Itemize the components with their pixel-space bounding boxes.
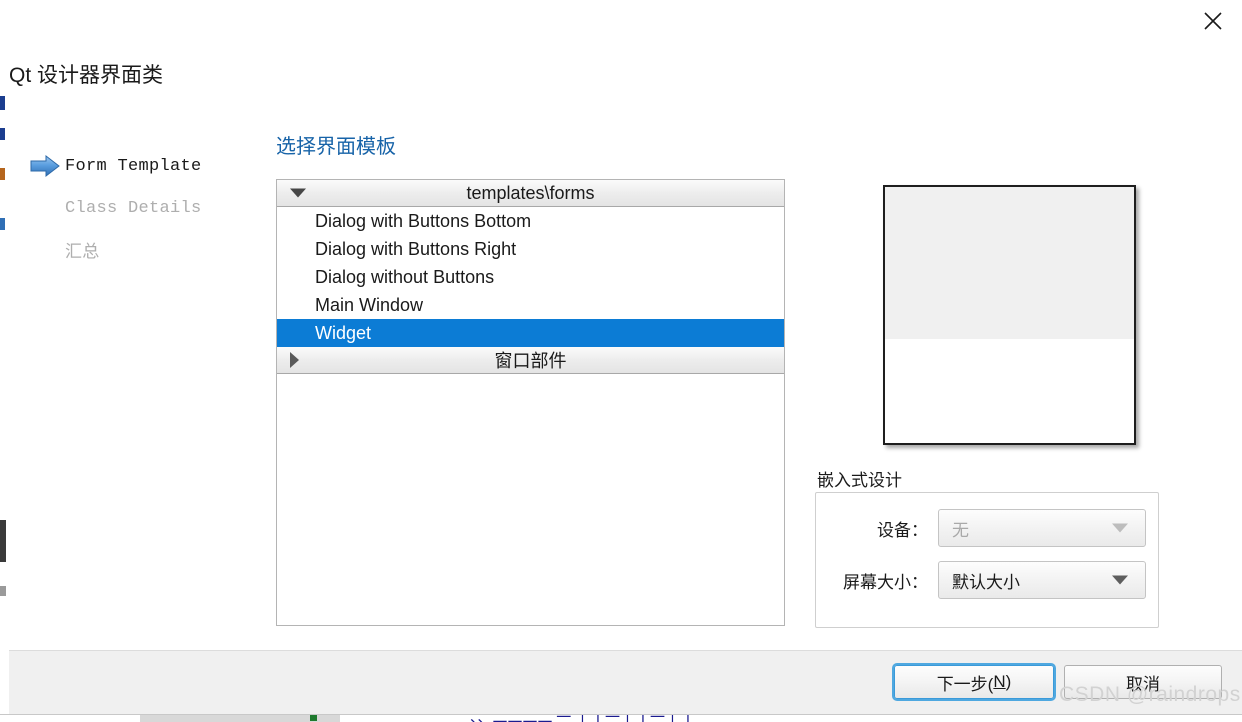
cancel-button-label: 取消 <box>1126 674 1160 694</box>
template-preview <box>883 185 1136 445</box>
template-item[interactable]: Dialog with Buttons Right <box>277 235 784 263</box>
sidebar-step-label: Class Details <box>65 198 202 218</box>
device-combobox-value: 无 <box>952 520 969 540</box>
background-artifact <box>0 96 5 110</box>
screen-size-field-row: 屏幕大小： 默认大小 <box>828 560 1146 600</box>
blue-arrow-icon <box>25 154 65 178</box>
background-artifact <box>0 218 5 230</box>
background-artifact <box>0 586 6 596</box>
screen-size-combobox[interactable]: 默认大小 <box>938 561 1146 599</box>
background-artifact <box>310 715 317 721</box>
sidebar-step-label: Form Template <box>65 156 202 176</box>
wizard-step-list: Form Template Class Details 汇总 <box>25 145 255 271</box>
embedded-design-group: 设备： 无 屏幕大小： 默认大小 <box>815 492 1159 628</box>
dialog-footer: 下一步(N) 取消 <box>9 650 1242 714</box>
chevron-down-icon <box>290 188 306 198</box>
page-title: 选择界面模板 <box>276 136 396 158</box>
template-item-selected[interactable]: Widget <box>277 319 784 347</box>
next-button-accelerator: N <box>993 672 1006 691</box>
background-artifact <box>0 168 5 180</box>
preview-upper-region <box>885 187 1134 339</box>
template-item-label: Dialog with Buttons Bottom <box>315 210 532 231</box>
template-item[interactable]: Dialog with Buttons Bottom <box>277 207 784 235</box>
device-label: 设备： <box>877 520 928 540</box>
qt-designer-new-form-dialog: Qt 设计器界面类 Form Template Class Details 汇总… <box>9 0 1242 714</box>
template-item-label: Dialog with Buttons Right <box>315 238 517 259</box>
sidebar-step-summary[interactable]: 汇总 <box>25 229 255 271</box>
template-group-title: templates\forms <box>466 182 595 203</box>
background-artifact <box>0 520 6 562</box>
template-list-empty-area <box>277 374 784 617</box>
sidebar-step-class-details[interactable]: Class Details <box>25 187 255 229</box>
device-combobox[interactable]: 无 <box>938 509 1146 547</box>
chevron-down-icon <box>1112 575 1128 585</box>
background-artifact <box>0 128 5 140</box>
template-item-label: Main Window <box>315 294 424 315</box>
template-item[interactable]: Main Window <box>277 291 784 319</box>
close-icon <box>1204 12 1222 30</box>
chevron-right-icon <box>290 352 299 368</box>
dialog-title: Qt 设计器界面类 <box>9 64 164 87</box>
sidebar-step-form-template[interactable]: Form Template <box>25 145 255 187</box>
template-group-title: 窗口部件 <box>494 351 567 371</box>
cancel-button[interactable]: 取消 <box>1064 665 1222 699</box>
template-group-header-widgets[interactable]: 窗口部件 <box>277 347 784 374</box>
next-button-label: 下一步( <box>936 674 994 694</box>
template-list[interactable]: templates\forms Dialog with Buttons Bott… <box>276 179 785 626</box>
sidebar-step-label: 汇总 <box>65 244 100 263</box>
preview-lower-region <box>885 339 1134 443</box>
screen-size-combobox-value: 默认大小 <box>952 572 1020 592</box>
template-item[interactable]: Dialog without Buttons <box>277 263 784 291</box>
template-item-label: Dialog without Buttons <box>315 266 495 287</box>
screen-size-label: 屏幕大小： <box>843 572 928 592</box>
chevron-down-icon <box>1112 523 1128 533</box>
template-group-header-forms[interactable]: templates\forms <box>277 180 784 207</box>
template-item-label: Widget <box>315 322 372 343</box>
close-button[interactable] <box>1190 2 1236 40</box>
device-field-row: 设备： 无 <box>828 508 1146 548</box>
next-button[interactable]: 下一步(N) <box>894 665 1054 699</box>
embedded-design-label: 嵌入式设计 <box>817 471 902 490</box>
next-button-label-end: ) <box>1005 672 1012 691</box>
